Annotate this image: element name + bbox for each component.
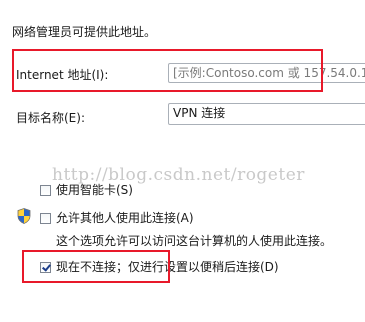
allow-others-label[interactable]: 允许其他人使用此连接(A) [56, 210, 194, 226]
highlight-box-internet-address [12, 49, 323, 92]
intro-text: 网络管理员可提供此地址。 [12, 25, 157, 39]
allow-others-note: 这个选项允许可以访问这台计算机的人使用此连接。 [56, 234, 333, 248]
destination-name-input[interactable]: VPN 连接 [168, 103, 365, 125]
highlight-box-dont-connect [22, 250, 170, 283]
smart-card-label[interactable]: 使用智能卡(S) [56, 182, 133, 198]
allow-others-checkbox[interactable] [40, 213, 51, 224]
smart-card-checkbox[interactable] [40, 185, 51, 196]
destination-name-label: 目标名称(E): [16, 111, 85, 125]
shield-icon [17, 208, 31, 224]
